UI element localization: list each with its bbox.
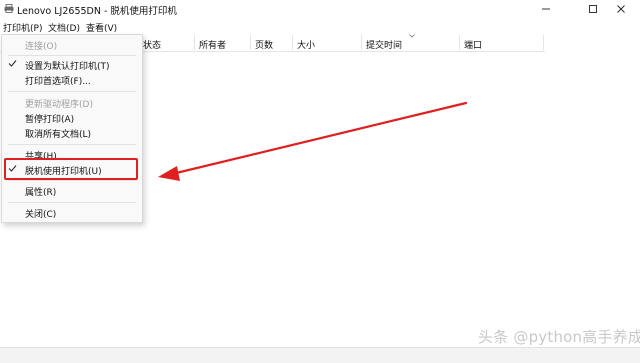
- menu-item-connect[interactable]: 连接(O): [2, 37, 142, 52]
- menu-divider: [8, 180, 136, 181]
- column-divider[interactable]: [194, 35, 195, 50]
- title-bar: Lenovo LJ2655DN - 脱机使用打印机: [0, 0, 640, 18]
- menu-item-label: 设置为默认打印机(T): [25, 62, 110, 72]
- menu-item-cancel-all[interactable]: 取消所有文档(L): [2, 125, 142, 140]
- menu-divider: [8, 144, 136, 145]
- sort-chevron-icon: [409, 34, 415, 38]
- column-divider[interactable]: [250, 35, 251, 50]
- column-pages[interactable]: 页数: [255, 38, 273, 51]
- menu-printer[interactable]: 打印机(P): [3, 21, 42, 34]
- close-button[interactable]: [602, 0, 640, 18]
- menu-divider: [8, 55, 136, 56]
- menu-item-label: 取消所有文档(L): [25, 130, 92, 140]
- minimize-button[interactable]: [527, 0, 565, 18]
- column-divider[interactable]: [459, 35, 460, 50]
- status-bar: [0, 347, 640, 363]
- menu-bar: 打印机(P) 文档(D) 查看(V): [0, 19, 640, 34]
- column-owner[interactable]: 所有者: [199, 38, 226, 51]
- menu-item-label: 打印首选项(F)...: [25, 77, 91, 87]
- minimize-icon: [542, 8, 550, 10]
- checkmark-icon: [8, 60, 17, 67]
- menu-item-properties[interactable]: 属性(R): [2, 183, 142, 198]
- menu-item-label: 属性(R): [25, 188, 57, 198]
- printer-menu-dropdown: 连接(O) 设置为默认打印机(T) 打印首选项(F)... 更新驱动程序(D) …: [1, 34, 143, 223]
- menu-item-pause[interactable]: 暂停打印(A): [2, 110, 142, 125]
- menu-item-label: 关闭(C): [25, 210, 57, 220]
- close-icon: [617, 5, 625, 13]
- column-divider[interactable]: [543, 35, 544, 50]
- column-status[interactable]: 状态: [143, 38, 161, 51]
- column-port[interactable]: 端口: [464, 38, 482, 51]
- menu-item-set-default[interactable]: 设置为默认打印机(T): [2, 57, 142, 72]
- menu-item-close[interactable]: 关闭(C): [2, 205, 142, 220]
- window-title: Lenovo LJ2655DN - 脱机使用打印机: [17, 6, 177, 17]
- printer-icon: [4, 4, 14, 13]
- column-divider[interactable]: [361, 35, 362, 50]
- maximize-icon: [589, 5, 597, 13]
- watermark: 头条 @python高手养成: [478, 328, 640, 346]
- menu-document[interactable]: 文档(D): [48, 21, 80, 34]
- menu-item-label: 更新驱动程序(D): [25, 100, 93, 110]
- column-submitted[interactable]: 提交时间: [366, 38, 402, 51]
- highlight-box: [4, 158, 138, 180]
- menu-divider: [8, 202, 136, 203]
- menu-item-label: 连接(O): [25, 42, 58, 52]
- column-size[interactable]: 大小: [297, 38, 315, 51]
- column-divider[interactable]: [292, 35, 293, 50]
- menu-item-preferences[interactable]: 打印首选项(F)...: [2, 72, 142, 87]
- menu-item-update-driver[interactable]: 更新驱动程序(D): [2, 95, 142, 110]
- menu-view[interactable]: 查看(V): [86, 21, 117, 34]
- menu-divider: [8, 91, 136, 92]
- menu-item-label: 暂停打印(A): [25, 115, 75, 125]
